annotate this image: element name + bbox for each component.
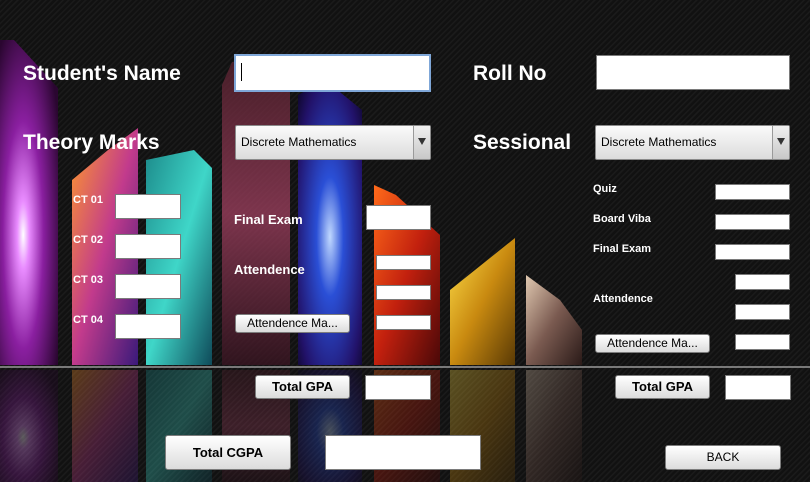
back-button[interactable]: BACK [665, 445, 781, 470]
ct04-input[interactable] [115, 314, 181, 339]
gpa-calculator-window: { "labels": { "student_name": "Student's… [0, 0, 810, 482]
ct03-label: CT 03 [73, 274, 103, 286]
chevron-down-icon[interactable] [772, 126, 789, 159]
total-cgpa-button[interactable]: Total CGPA [165, 435, 291, 470]
sessional-subject-value: Discrete Mathematics [601, 135, 717, 149]
theory-subject-value: Discrete Mathematics [241, 135, 357, 149]
sessional-total-gpa-button[interactable]: Total GPA [615, 375, 710, 399]
theory-attendence-label: Attendence [234, 262, 305, 277]
sessional-attendence-button[interactable]: Attendence Ma... [595, 334, 710, 353]
chevron-down-icon[interactable] [413, 126, 430, 159]
student-name-label: Student's Name [23, 62, 181, 85]
theory-final-exam-input[interactable] [366, 205, 431, 230]
ct01-label: CT 01 [73, 194, 103, 206]
ct03-input[interactable] [115, 274, 181, 299]
total-cgpa-output[interactable] [325, 435, 481, 470]
board-viba-input[interactable] [715, 214, 790, 230]
sessional-attendence-label: Attendence [593, 293, 653, 305]
sessional-attendence-input-3[interactable] [735, 334, 790, 350]
sessional-label: Sessional [473, 131, 572, 154]
board-viba-label: Board Viba [593, 213, 651, 225]
sessional-final-exam-input[interactable] [715, 244, 790, 260]
quiz-label: Quiz [593, 183, 617, 195]
sessional-final-exam-label: Final Exam [593, 243, 652, 255]
quiz-input[interactable] [715, 184, 790, 200]
sessional-subject-combo[interactable]: Discrete Mathematics [595, 125, 790, 160]
ct04-label: CT 04 [73, 314, 103, 326]
theory-attendence-button[interactable]: Attendence Ma... [235, 314, 350, 333]
student-name-input[interactable] [234, 54, 431, 92]
theory-marks-label: Theory Marks [23, 131, 160, 154]
ct02-label: CT 02 [73, 234, 103, 246]
sessional-attendence-input-1[interactable] [735, 274, 790, 290]
theory-attendence-input-1[interactable] [376, 255, 431, 270]
theory-attendence-input-2[interactable] [376, 285, 431, 300]
theory-final-exam-label: Final Exam [234, 212, 303, 227]
roll-no-label: Roll No [473, 62, 547, 85]
ct02-input[interactable] [115, 234, 181, 259]
theory-subject-combo[interactable]: Discrete Mathematics [235, 125, 431, 160]
theory-total-gpa-button[interactable]: Total GPA [255, 375, 350, 399]
sessional-attendence-input-2[interactable] [735, 304, 790, 320]
roll-no-input[interactable] [596, 55, 790, 90]
theory-attendence-input-3[interactable] [376, 315, 431, 330]
sessional-total-gpa-output[interactable] [725, 375, 791, 400]
theory-total-gpa-output[interactable] [365, 375, 431, 400]
ct01-input[interactable] [115, 194, 181, 219]
